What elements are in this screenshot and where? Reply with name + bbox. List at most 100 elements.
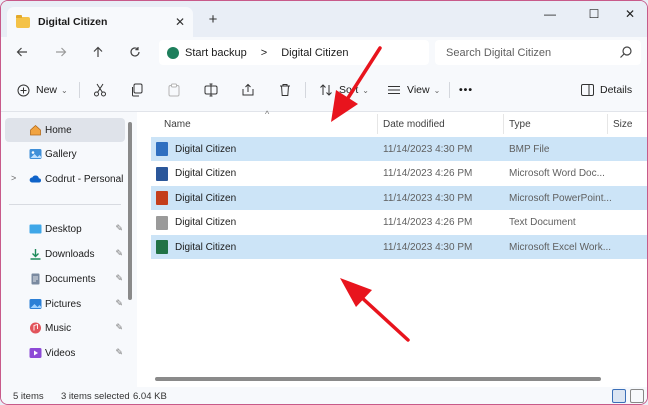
copy-button[interactable] <box>130 80 144 100</box>
file-type: Microsoft Word Doc... <box>509 168 605 179</box>
share-button[interactable] <box>241 80 255 100</box>
address-bar[interactable]: Start backup > Digital Citizen <box>159 40 429 65</box>
bmp-file-icon <box>156 142 168 156</box>
details-view-button[interactable] <box>612 389 626 403</box>
search-box[interactable]: Search Digital Citizen <box>435 40 641 65</box>
sidebar-item-videos[interactable]: Videos ✎ <box>5 341 125 365</box>
new-tab-button[interactable]: + <box>203 9 223 29</box>
horizontal-scrollbar[interactable] <box>155 377 601 381</box>
videos-icon <box>29 348 42 358</box>
address-row: Start backup > Digital Citizen Search Di… <box>1 37 647 68</box>
column-divider[interactable] <box>377 114 378 134</box>
file-name-cell[interactable]: Digital Citizen <box>156 235 376 259</box>
forward-button[interactable] <box>50 41 72 63</box>
file-date: 11/14/2023 4:30 PM <box>383 241 473 253</box>
backup-icon <box>167 46 179 59</box>
pin-icon[interactable]: ✎ <box>115 322 123 333</box>
column-divider[interactable] <box>607 114 608 134</box>
refresh-button[interactable] <box>124 41 146 63</box>
search-icon <box>620 46 632 58</box>
sidebar-scrollbar[interactable] <box>128 122 132 300</box>
paste-button[interactable] <box>167 80 181 100</box>
file-row[interactable]: Digital Citizen 11/14/2023 4:30 PM Microso… <box>151 235 647 259</box>
close-tab-button[interactable]: ✕ <box>171 13 189 31</box>
music-icon <box>30 322 41 334</box>
pin-icon[interactable]: ✎ <box>115 223 123 234</box>
selection-count: 3 items selected <box>61 391 130 402</box>
sidebar-item-desktop[interactable]: Desktop ✎ <box>5 217 125 241</box>
column-divider[interactable] <box>503 114 504 134</box>
file-name: Digital Citizen <box>175 217 237 228</box>
toolbar-divider <box>449 82 450 98</box>
view-button[interactable]: View ⌄ <box>387 80 440 100</box>
home-icon <box>30 124 41 136</box>
pin-icon[interactable]: ✎ <box>115 298 123 309</box>
sidebar-item-gallery[interactable]: Gallery <box>5 142 125 166</box>
file-name-cell[interactable]: Digital Citizen <box>156 211 376 235</box>
details-button-label: Details <box>600 84 633 96</box>
minimize-button[interactable]: — <box>535 5 565 23</box>
sidebar-item-pictures[interactable]: Pictures ✎ <box>5 292 125 316</box>
file-type: BMP File <box>509 143 550 155</box>
sidebar-item-documents[interactable]: Documents ✎ <box>5 267 125 291</box>
breadcrumb-location[interactable]: Digital Citizen <box>281 47 348 59</box>
pin-icon[interactable]: ✎ <box>115 347 123 358</box>
pin-icon[interactable]: ✎ <box>115 273 123 284</box>
more-options-button[interactable]: ••• <box>459 80 473 100</box>
sidebar-item-label: Home <box>45 124 72 136</box>
maximize-button[interactable]: ☐ <box>579 5 609 23</box>
file-row[interactable]: Digital Citizen 11/14/2023 4:30 PM BMP Fil… <box>151 137 647 161</box>
expand-chevron-icon[interactable]: > <box>11 173 16 183</box>
back-arrow-icon <box>16 47 27 57</box>
item-count: 5 items <box>13 391 44 402</box>
start-backup-label[interactable]: Start backup <box>185 47 247 59</box>
sidebar-item-music[interactable]: Music ✎ <box>5 316 125 340</box>
status-bar: 5 items 3 items selected 6.04 KB <box>1 387 647 404</box>
rename-button[interactable] <box>204 80 218 100</box>
sidebar-item-onedrive[interactable]: > Codrut - Personal <box>5 167 125 191</box>
close-window-button[interactable]: ✕ <box>615 5 645 23</box>
file-date: 11/14/2023 4:30 PM <box>383 192 473 204</box>
sidebar-item-label: Codrut - Personal <box>45 173 124 185</box>
toolbar-divider <box>305 82 306 98</box>
sidebar-item-downloads[interactable]: Downloads ✎ <box>5 242 125 266</box>
file-name: Digital Citizen <box>175 241 237 253</box>
sort-icon <box>320 84 332 96</box>
copy-icon <box>132 83 143 97</box>
delete-button[interactable] <box>278 80 292 100</box>
file-name-cell[interactable]: Digital Citizen <box>156 162 376 186</box>
excel-file-icon <box>156 240 168 254</box>
navigation-pane: Home Gallery > Codrut - Personal Desktop… <box>1 112 137 387</box>
column-header-label: Name <box>164 119 191 130</box>
desktop-icon <box>29 224 42 234</box>
column-header-size[interactable]: Size <box>613 112 647 137</box>
file-name-cell[interactable]: Digital Citizen <box>156 186 376 210</box>
up-button[interactable] <box>87 41 109 63</box>
word-file-icon <box>156 166 168 181</box>
sidebar-item-label: Pictures <box>45 298 82 310</box>
pin-icon[interactable]: ✎ <box>115 248 123 259</box>
tab-digital-citizen[interactable]: Digital Citizen ✕ <box>7 7 193 37</box>
column-header-type[interactable]: Type <box>509 112 609 137</box>
back-button[interactable] <box>11 41 33 63</box>
sidebar-divider <box>9 204 121 205</box>
file-name-cell[interactable]: Digital Citizen <box>156 137 376 161</box>
new-button[interactable]: New ⌄ <box>17 80 68 100</box>
sidebar-item-home[interactable]: Home <box>5 118 125 142</box>
file-explorer-window: Digital Citizen ✕ + — ☐ ✕ Start backup >… <box>0 0 648 405</box>
cut-button[interactable] <box>93 80 107 100</box>
details-button[interactable]: Details <box>581 80 632 100</box>
selection-size: 6.04 KB <box>133 391 167 402</box>
file-row[interactable]: Digital Citizen 11/14/2023 4:26 PM Text Do… <box>151 211 647 235</box>
search-placeholder: Search Digital Citizen <box>446 46 552 59</box>
file-row[interactable]: Digital Citizen 11/14/2023 4:26 PM Microso… <box>151 162 647 186</box>
view-icon <box>388 86 400 94</box>
paste-icon <box>168 83 180 97</box>
sort-button[interactable]: Sort ⌄ <box>319 80 369 100</box>
column-header-date[interactable]: Date modified <box>383 112 503 137</box>
new-button-label: New <box>36 84 58 96</box>
up-arrow-icon <box>93 46 103 57</box>
tiles-view-button[interactable] <box>630 389 644 403</box>
file-row[interactable]: Digital Citizen 11/14/2023 4:30 PM Microso… <box>151 186 647 210</box>
file-name: Digital Citizen <box>175 168 237 179</box>
